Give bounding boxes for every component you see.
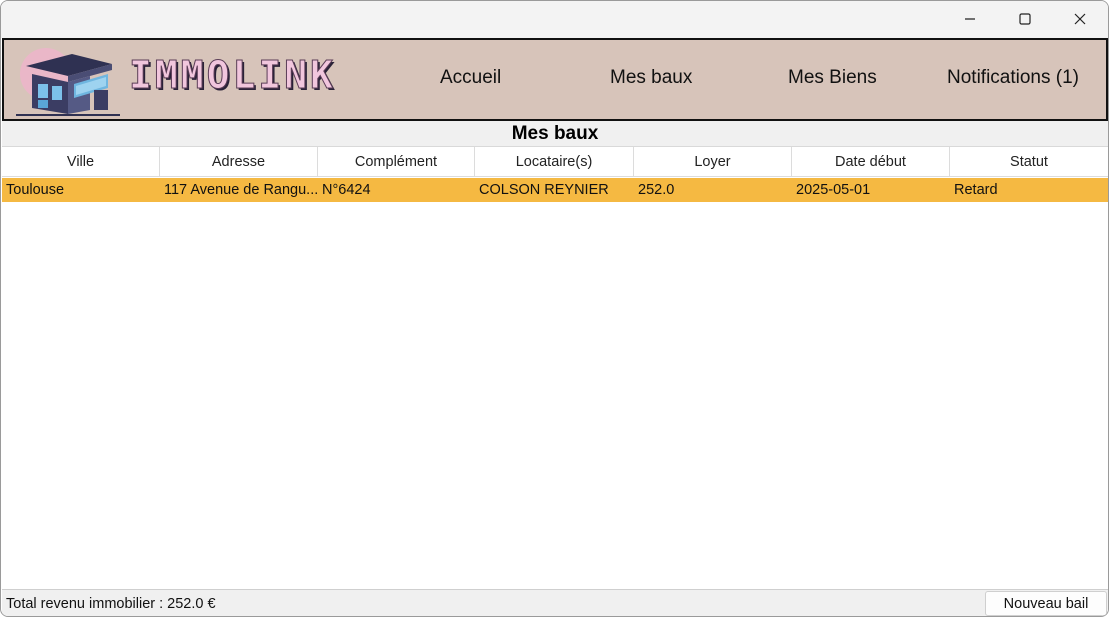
cell-ville: Toulouse xyxy=(6,182,65,198)
close-button[interactable] xyxy=(1057,1,1103,37)
column-header-locataires[interactable]: Locataire(s) xyxy=(475,147,634,177)
brand-name: IMMOLINK xyxy=(129,58,336,97)
cell-adresse: 117 Avenue de Rangu... xyxy=(164,182,318,198)
table-row[interactable]: Toulouse 117 Avenue de Rangu... N°6424 C… xyxy=(2,178,1108,202)
nav-accueil[interactable]: Accueil xyxy=(440,67,501,89)
house-logo-icon xyxy=(12,44,122,116)
status-bar: Total revenu immobilier : 252.0 € Nouvea… xyxy=(2,589,1108,616)
app-header: IMMOLINK IMMOLINK Accueil Mes baux Mes B… xyxy=(2,38,1108,121)
app-window: IMMOLINK IMMOLINK Accueil Mes baux Mes B… xyxy=(0,0,1109,617)
column-header-ville[interactable]: Ville xyxy=(2,147,160,177)
column-header-statut[interactable]: Statut xyxy=(950,147,1108,177)
table-header: Ville Adresse Complément Locataire(s) Lo… xyxy=(2,147,1108,177)
cell-locataires: COLSON REYNIER xyxy=(479,182,609,198)
close-icon xyxy=(1074,13,1086,25)
maximize-button[interactable] xyxy=(1002,1,1048,37)
total-revenue-label: Total revenu immobilier : 252.0 € xyxy=(6,596,216,612)
title-bar[interactable] xyxy=(1,1,1108,38)
nav-mes-baux[interactable]: Mes baux xyxy=(610,67,692,89)
page-title: Mes baux xyxy=(2,121,1108,146)
leases-table[interactable]: Ville Adresse Complément Locataire(s) Lo… xyxy=(2,146,1108,589)
minimize-icon xyxy=(965,18,975,20)
cell-complement: N°6424 xyxy=(322,182,371,198)
maximize-icon xyxy=(1019,13,1031,25)
cell-statut: Retard xyxy=(954,182,998,198)
column-header-loyer[interactable]: Loyer xyxy=(634,147,792,177)
cell-loyer: 252.0 xyxy=(638,182,675,198)
new-lease-button[interactable]: Nouveau bail xyxy=(985,591,1107,616)
minimize-button[interactable] xyxy=(947,1,993,37)
nav-notifications[interactable]: Notifications (1) xyxy=(947,67,1079,89)
column-header-date-debut[interactable]: Date début xyxy=(792,147,950,177)
nav-mes-biens[interactable]: Mes Biens xyxy=(788,67,877,89)
cell-date-debut: 2025-05-01 xyxy=(796,182,871,198)
column-header-adresse[interactable]: Adresse xyxy=(160,147,318,177)
column-header-complement[interactable]: Complément xyxy=(318,147,475,177)
brand-logo: IMMOLINK IMMOLINK xyxy=(129,58,379,98)
